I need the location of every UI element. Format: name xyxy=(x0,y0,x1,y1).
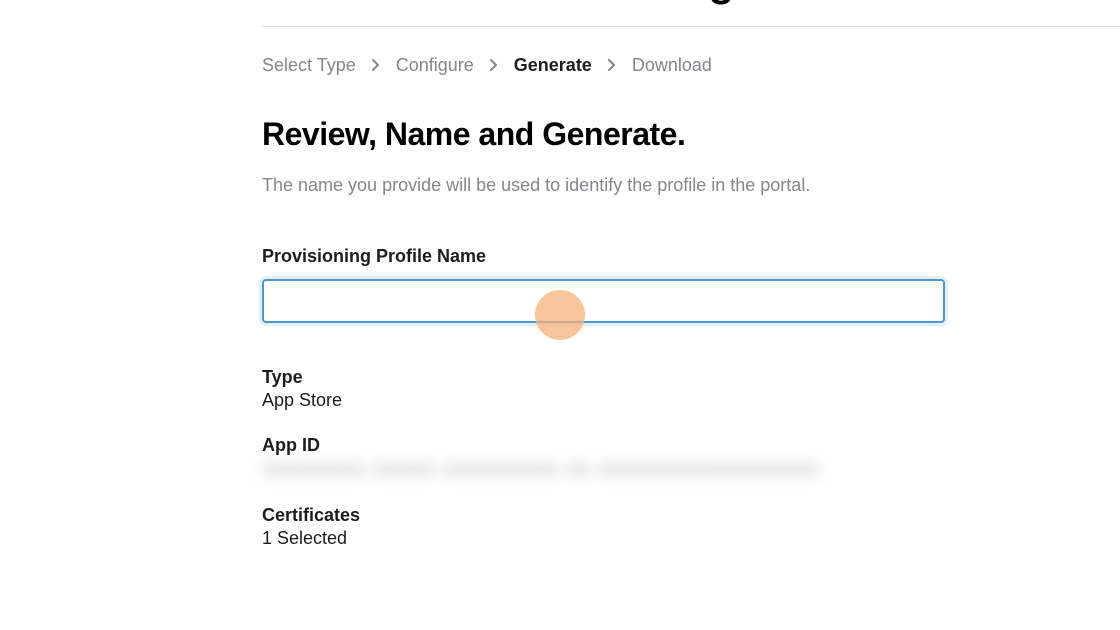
breadcrumb-step-generate[interactable]: Generate xyxy=(514,55,592,76)
app-id-value: XXXXXXXX XXXXX XXXXXXXXX XX XXXXXXXXXXXX… xyxy=(262,460,1090,481)
profile-name-input[interactable] xyxy=(262,279,945,323)
chevron-right-icon xyxy=(490,58,498,74)
chevron-right-icon xyxy=(372,58,380,74)
profile-name-label: Provisioning Profile Name xyxy=(262,246,1090,267)
divider xyxy=(262,26,1120,27)
type-label: Type xyxy=(262,367,1090,388)
certificates-value: 1 Selected xyxy=(262,528,1090,549)
chevron-right-icon xyxy=(608,58,616,74)
breadcrumb-step-configure[interactable]: Configure xyxy=(396,55,474,76)
breadcrumb: Select Type Configure Generate Download xyxy=(262,55,1090,76)
certificates-label: Certificates xyxy=(262,505,1090,526)
section-heading: Review, Name and Generate. xyxy=(262,116,1090,153)
app-id-label: App ID xyxy=(262,435,1090,456)
type-value: App Store xyxy=(262,390,1090,411)
page-title: Generate a Provisioning Profile xyxy=(262,0,1090,6)
breadcrumb-step-select-type[interactable]: Select Type xyxy=(262,55,356,76)
section-description: The name you provide will be used to ide… xyxy=(262,173,1090,198)
breadcrumb-step-download[interactable]: Download xyxy=(632,55,712,76)
